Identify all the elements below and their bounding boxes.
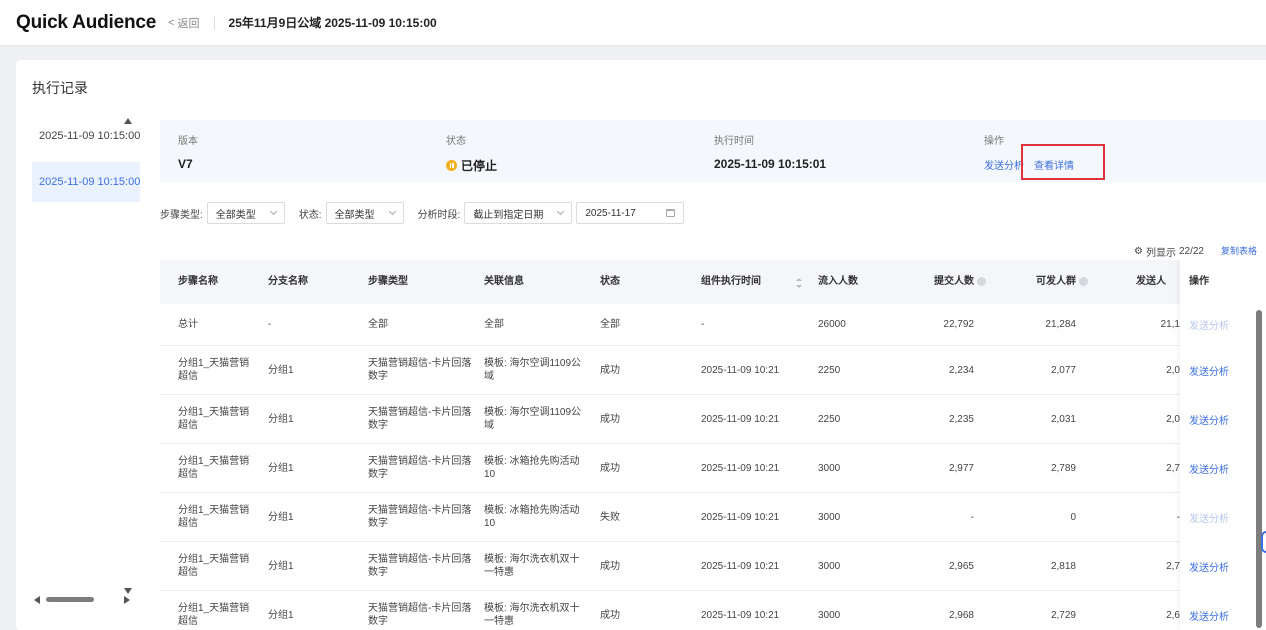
date-picker[interactable]: 2025-11-17	[576, 202, 685, 224]
send-analysis-link[interactable]: 发送分析	[1189, 542, 1229, 590]
step-type-select[interactable]: 全部类型	[206, 202, 285, 224]
column-settings-label: 列显示	[1145, 248, 1176, 259]
header-sendable: 可发人群	[1036, 260, 1088, 304]
pause-icon	[446, 160, 457, 171]
scroll-right-icon[interactable]	[124, 596, 130, 604]
version-label: 版本	[178, 136, 198, 147]
header-submit-label: 提交人数	[934, 276, 974, 287]
status-filter-label: 状态:	[298, 209, 322, 221]
scroll-thumb[interactable]	[46, 597, 94, 602]
copy-table-link[interactable]: 复制表格	[1221, 244, 1257, 257]
ops-row: 发送分析	[160, 304, 1266, 346]
table-scrollbar[interactable]	[1256, 310, 1262, 628]
execution-records-card: 执行记录 2025-11-09 10:15:00 2025-11-09 10:1…	[16, 60, 1266, 630]
period-value: 截止到指定日期	[473, 209, 544, 221]
status-select[interactable]: 全部类型	[325, 202, 404, 224]
send-analysis-link[interactable]: 发送分析	[984, 157, 1024, 172]
ops-row: 发送分析	[160, 591, 1266, 630]
send-analysis-link[interactable]: 发送分析	[1189, 591, 1229, 630]
info-icon[interactable]	[977, 276, 986, 286]
step-type-value: 全部类型	[215, 209, 256, 221]
column-count: 22/22	[1178, 246, 1204, 257]
back-label: 返回	[177, 17, 200, 30]
ops-row: 发送分析	[160, 542, 1266, 591]
header-sent: 发送人	[1136, 276, 1166, 287]
record-list-horizontal-scrollbar[interactable]	[34, 595, 130, 605]
scroll-down-icon[interactable]	[124, 588, 132, 594]
ops-row: 发送分析	[160, 346, 1266, 395]
step-type-label: 步骤类型:	[160, 209, 203, 221]
header-ops: 操作	[1189, 276, 1209, 287]
record-list-scrollbar[interactable]	[124, 118, 134, 594]
date-value: 2025-11-17	[585, 207, 636, 219]
header-divider	[213, 15, 215, 30]
top-bar: Quick Audience < 返回 25年11月9日公域 2025-11-0…	[0, 0, 1266, 46]
status-value: 已停止	[461, 159, 498, 173]
steps-table: 步骤名称 分支名称 步骤类型 关联信息 状态 组件执行时间 流入人数 提交人数 …	[160, 260, 1266, 630]
header-status: 状态	[600, 276, 620, 287]
exec-time-column: 执行时间 2025-11-09 10:15:01	[714, 132, 826, 171]
chevron-left-icon: <	[168, 16, 175, 29]
version-column: 版本 V7	[178, 132, 198, 171]
floating-assistant-button[interactable]	[1261, 531, 1266, 553]
send-analysis-link[interactable]: 发送分析	[1189, 346, 1229, 394]
send-analysis-link[interactable]: 发送分析	[1189, 304, 1229, 345]
ops-row: 发送分析	[160, 444, 1266, 493]
chevron-down-icon	[557, 207, 565, 216]
sort-icon[interactable]	[796, 278, 802, 288]
status-filter-value: 全部类型	[334, 209, 375, 221]
scroll-left-icon[interactable]	[34, 596, 40, 604]
version-value: V7	[178, 157, 193, 171]
exec-time-label: 执行时间	[714, 136, 754, 147]
period-select[interactable]: 截止到指定日期	[464, 202, 573, 224]
send-analysis-link[interactable]: 发送分析	[1189, 493, 1229, 541]
info-icon[interactable]	[1079, 276, 1088, 286]
scroll-up-icon[interactable]	[124, 118, 132, 124]
send-analysis-link[interactable]: 发送分析	[1189, 395, 1229, 443]
header-branch: 分支名称	[268, 276, 308, 287]
filter-bar: 步骤类型: 全部类型 状态: 全部类型 分析时段: 截止到指定日期 2025-1…	[160, 202, 685, 224]
section-title: 执行记录	[32, 80, 88, 96]
back-button[interactable]: < 返回	[168, 15, 199, 31]
status-label: 状态	[446, 136, 466, 147]
header-inflow: 流入人数	[818, 276, 858, 287]
calendar-icon	[666, 209, 676, 217]
header-submit: 提交人数	[934, 260, 986, 304]
header-sendable-label: 可发人群	[1036, 276, 1076, 287]
exec-time-value: 2025-11-09 10:15:01	[714, 157, 827, 171]
header-exec-time[interactable]: 组件执行时间	[701, 260, 761, 304]
ops-row: 发送分析	[160, 395, 1266, 444]
ops-cells: 发送分析 发送分析 发送分析 发送分析 发送分析 发送分析 发送分析	[160, 304, 1266, 630]
header-info: 关联信息	[484, 276, 524, 287]
chevron-down-icon	[388, 207, 396, 216]
page-title: 25年11月9日公域 2025-11-09 10:15:00	[228, 16, 437, 30]
chevron-down-icon	[269, 207, 277, 216]
brand-logo[interactable]: Quick Audience	[16, 12, 156, 34]
settings-icon: ⚙	[1134, 246, 1143, 257]
status-column: 状态 已停止	[446, 132, 497, 174]
ops-row: 发送分析	[160, 493, 1266, 542]
send-analysis-link[interactable]: 发送分析	[1189, 444, 1229, 492]
period-label: 分析时段:	[417, 209, 461, 221]
table-header: 步骤名称 分支名称 步骤类型 关联信息 状态 组件执行时间 流入人数 提交人数 …	[160, 260, 1266, 304]
status-badge: 已停止	[446, 157, 497, 174]
highlight-box	[1021, 144, 1105, 180]
header-step-name: 步骤名称	[178, 276, 218, 287]
header-step-type: 步骤类型	[368, 276, 408, 287]
column-settings[interactable]: ⚙ 列显示 22/22	[1134, 244, 1204, 259]
